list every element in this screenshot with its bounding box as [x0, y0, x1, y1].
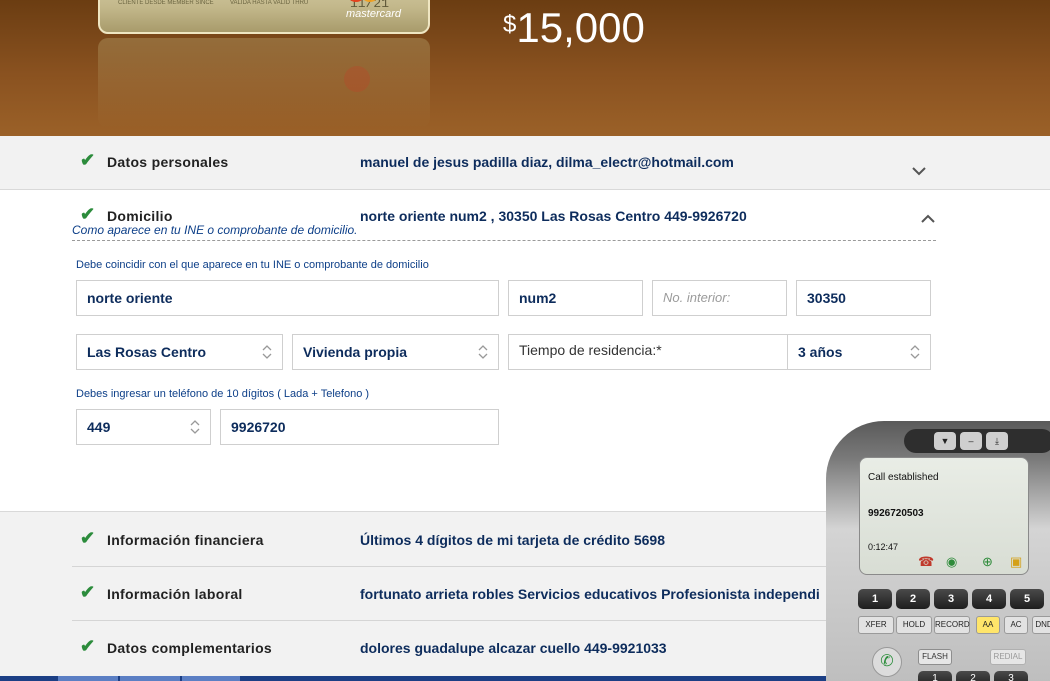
colonia-value: Las Rosas Centro — [87, 344, 207, 360]
check-icon: ✔ — [80, 636, 96, 656]
card-brand: mastercard — [346, 8, 402, 20]
flash-button[interactable]: FLASH — [918, 649, 952, 665]
call-number: 9926720503 — [868, 508, 924, 519]
redial-button[interactable]: REDIAL — [990, 649, 1026, 665]
section-title: Información laboral — [107, 586, 243, 602]
housing-select[interactable]: Vivienda propia — [292, 334, 499, 370]
credit-amount: $15,000 — [503, 4, 645, 52]
check-icon: ✔ — [80, 528, 96, 548]
street-input[interactable]: norte oriente — [76, 280, 499, 316]
lada-value: 449 — [87, 419, 111, 435]
section-summary: fortunato arrieta robles Servicios educa… — [360, 586, 820, 602]
section-title: Datos personales — [107, 154, 229, 170]
select-arrows-icon — [262, 345, 272, 359]
section-title: Domicilio — [107, 208, 173, 224]
speaker-icon[interactable]: ◉ — [946, 554, 957, 570]
credit-card-image: CLIENTE DESDE MEMBER SINCE VALIDA HASTA … — [98, 0, 430, 34]
softphone-window-controls: ▼ – ⤓ — [904, 429, 1050, 453]
postal-code-input[interactable]: 30350 — [796, 280, 931, 316]
dial-key-2[interactable]: 2 — [896, 589, 930, 609]
call-status: Call established — [868, 472, 939, 483]
dial-key-4[interactable]: 4 — [972, 589, 1006, 609]
bottom-key-3[interactable]: 3 — [994, 671, 1028, 681]
aa-button[interactable]: AA — [976, 616, 1000, 634]
collapse-icon[interactable]: ⤓ — [986, 432, 1008, 450]
hold-button[interactable]: HOLD — [896, 616, 932, 634]
address-note: Debe coincidir con el que aparece en tu … — [76, 259, 429, 271]
dropdown-icon[interactable]: ▼ — [934, 432, 956, 450]
call-timer: 0:12:47 — [868, 542, 899, 552]
call-answer-icon[interactable]: ✆ — [872, 647, 902, 677]
record-button[interactable]: RECORD — [934, 616, 970, 634]
amount-value: 15,000 — [516, 4, 645, 51]
card-reflection — [98, 38, 430, 128]
taskbar-button[interactable] — [58, 676, 118, 681]
dnd-button[interactable]: DND — [1032, 616, 1050, 634]
divider — [72, 240, 936, 241]
softphone-widget[interactable]: ▼ – ⤓ Call established 9926720503 0:12:4… — [826, 421, 1050, 681]
section-summary: norte oriente num2 , 30350 Las Rosas Cen… — [360, 208, 747, 224]
chevron-up-icon[interactable] — [921, 212, 935, 226]
phone-input[interactable]: 9926720 — [220, 409, 499, 445]
section-summary: manuel de jesus padilla diaz, dilma_elec… — [360, 154, 734, 170]
add-contact-icon[interactable]: ⊕ — [982, 554, 993, 570]
card-member-since: CLIENTE DESDE MEMBER SINCE — [118, 0, 214, 6]
section-datos-personales[interactable]: ✔ Datos personales manuel de jesus padil… — [0, 136, 1050, 190]
currency-symbol: $ — [503, 11, 517, 38]
ac-button[interactable]: AC — [1004, 616, 1028, 634]
bottom-key-2[interactable]: 2 — [956, 671, 990, 681]
dial-key-1[interactable]: 1 — [858, 589, 892, 609]
hangup-icon[interactable]: ☎ — [918, 554, 934, 570]
dial-key-3[interactable]: 3 — [934, 589, 968, 609]
lock-icon[interactable]: ▣ — [1010, 554, 1022, 570]
select-arrows-icon — [910, 345, 920, 359]
residence-value: 3 años — [798, 344, 843, 360]
select-arrows-icon — [478, 345, 488, 359]
housing-value: Vivienda propia — [303, 344, 407, 360]
phone-note: Debes ingresar un teléfono de 10 dígitos… — [76, 388, 370, 400]
bottom-key-1[interactable]: 1 — [918, 671, 952, 681]
taskbar-button[interactable] — [120, 676, 180, 681]
check-icon: ✔ — [80, 150, 96, 170]
int-number-input[interactable]: No. interior: — [652, 280, 787, 316]
dial-key-5[interactable]: 5 — [1010, 589, 1044, 609]
section-summary: Últimos 4 dígitos de mi tarjeta de crédi… — [360, 532, 665, 548]
check-icon: ✔ — [80, 204, 96, 224]
taskbar-button[interactable] — [182, 676, 240, 681]
section-title: Datos complementarios — [107, 640, 273, 656]
minimize-icon[interactable]: – — [960, 432, 982, 450]
ext-number-input[interactable]: num2 — [508, 280, 643, 316]
softphone-display: Call established 9926720503 0:12:47 ☎ ◉ … — [859, 457, 1029, 575]
section-title: Información financiera — [107, 532, 264, 548]
residence-select[interactable]: 3 años — [787, 334, 931, 370]
domicilio-hint: Como aparece en tu INE o comprobante de … — [72, 223, 358, 237]
lada-select[interactable]: 449 — [76, 409, 211, 445]
check-icon: ✔ — [80, 582, 96, 602]
chevron-down-icon[interactable] — [912, 164, 926, 178]
hero-banner: CLIENTE DESDE MEMBER SINCE VALIDA HASTA … — [0, 0, 1050, 136]
colonia-select[interactable]: Las Rosas Centro — [76, 334, 283, 370]
section-summary: dolores guadalupe alcazar cuello 449-992… — [360, 640, 667, 656]
xfer-button[interactable]: XFER — [858, 616, 894, 634]
card-reflection-logo — [344, 66, 370, 92]
residence-label: Tiempo de residencia:* — [508, 334, 788, 370]
select-arrows-icon — [190, 420, 200, 434]
card-valid-thru: VALIDA HASTA VALID THRU — [230, 0, 309, 6]
